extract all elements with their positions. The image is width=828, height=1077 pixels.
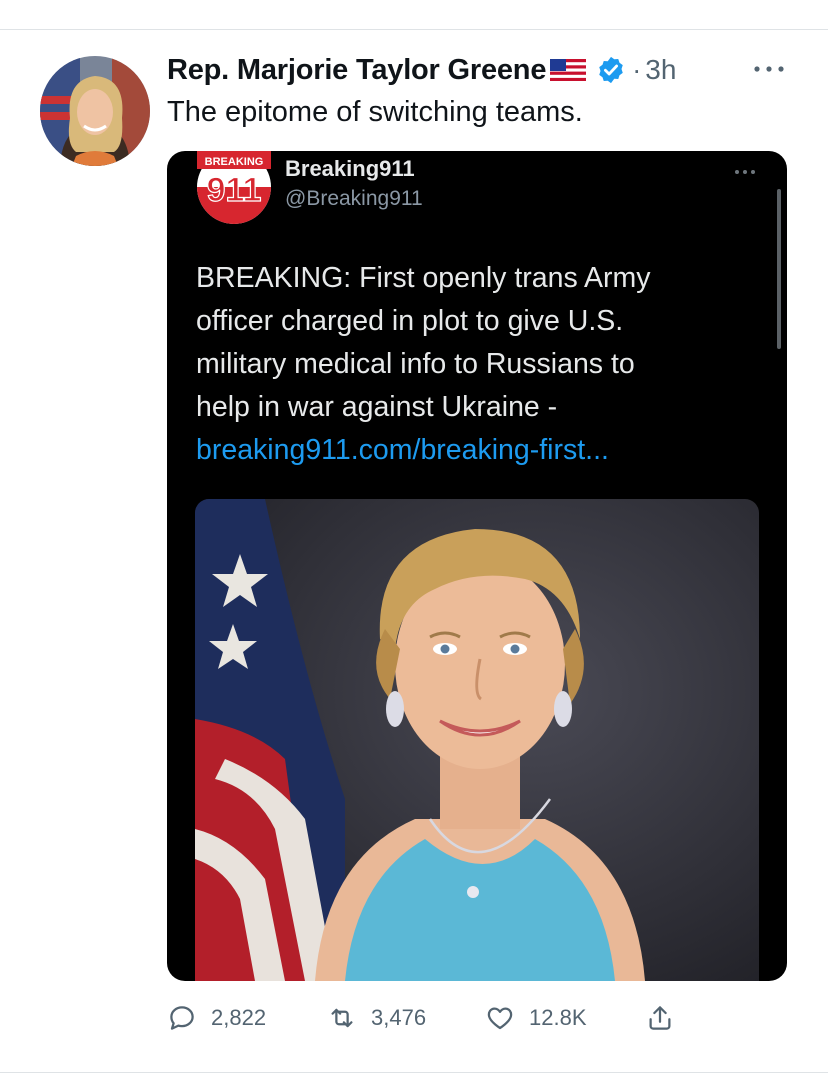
more-options-icon[interactable] bbox=[752, 62, 786, 76]
like-button[interactable]: 12.8K bbox=[485, 998, 587, 1038]
tweet-action-bar: 2,822 3,476 12.8K bbox=[167, 998, 727, 1038]
like-count: 12.8K bbox=[529, 1005, 587, 1030]
share-button[interactable] bbox=[645, 998, 675, 1038]
quoted-more-icon bbox=[733, 163, 757, 174]
separator-dot: · bbox=[632, 54, 642, 85]
quoted-text-line: BREAKING: First openly trans Army bbox=[196, 262, 651, 294]
heart-icon bbox=[487, 1007, 513, 1030]
retweet-icon bbox=[331, 1008, 353, 1028]
reply-count: 2,822 bbox=[211, 1005, 267, 1030]
share-icon bbox=[649, 1006, 671, 1030]
quoted-author-name: Breaking911 bbox=[285, 156, 415, 181]
quoted-author-handle: @Breaking911 bbox=[285, 187, 423, 210]
bottom-divider bbox=[0, 1072, 828, 1073]
reply-icon bbox=[170, 1006, 194, 1030]
tweet-header: Rep. Marjorie Taylor Greene · 3h bbox=[167, 52, 676, 88]
quoted-text-line: help in war against Ukraine - bbox=[196, 391, 558, 423]
quoted-tweet-photo bbox=[195, 499, 759, 981]
quoted-text-line: military medical info to Russians to bbox=[196, 348, 635, 380]
verified-badge-icon[interactable] bbox=[596, 55, 626, 85]
tweet-timestamp[interactable]: 3h bbox=[645, 54, 676, 86]
quoted-text-line: officer charged in plot to give U.S. bbox=[196, 305, 624, 337]
quoted-scrollbar bbox=[777, 189, 781, 349]
us-flag-icon bbox=[550, 59, 587, 81]
author-avatar[interactable] bbox=[40, 56, 150, 166]
reply-button[interactable]: 2,822 bbox=[167, 998, 266, 1038]
svg-text:BREAKING: BREAKING bbox=[205, 156, 264, 168]
breaking911-logo: BREAKING 911 bbox=[194, 151, 274, 224]
quoted-tweet-text: BREAKING: First openly trans Army office… bbox=[196, 257, 736, 472]
quoted-tweet-image[interactable]: BREAKING 911 Breaking911 @Breaking911 BR… bbox=[167, 151, 787, 981]
retweet-button[interactable]: 3,476 bbox=[327, 998, 426, 1038]
retweet-count: 3,476 bbox=[371, 1005, 427, 1030]
top-divider bbox=[0, 29, 828, 30]
avatar-image bbox=[40, 56, 150, 166]
quoted-tweet-link[interactable]: breaking911.com/breaking-first... bbox=[196, 429, 736, 472]
svg-text:911: 911 bbox=[207, 171, 262, 209]
tweet-text: The epitome of switching teams. bbox=[167, 96, 583, 128]
author-name[interactable]: Rep. Marjorie Taylor Greene bbox=[167, 54, 546, 87]
